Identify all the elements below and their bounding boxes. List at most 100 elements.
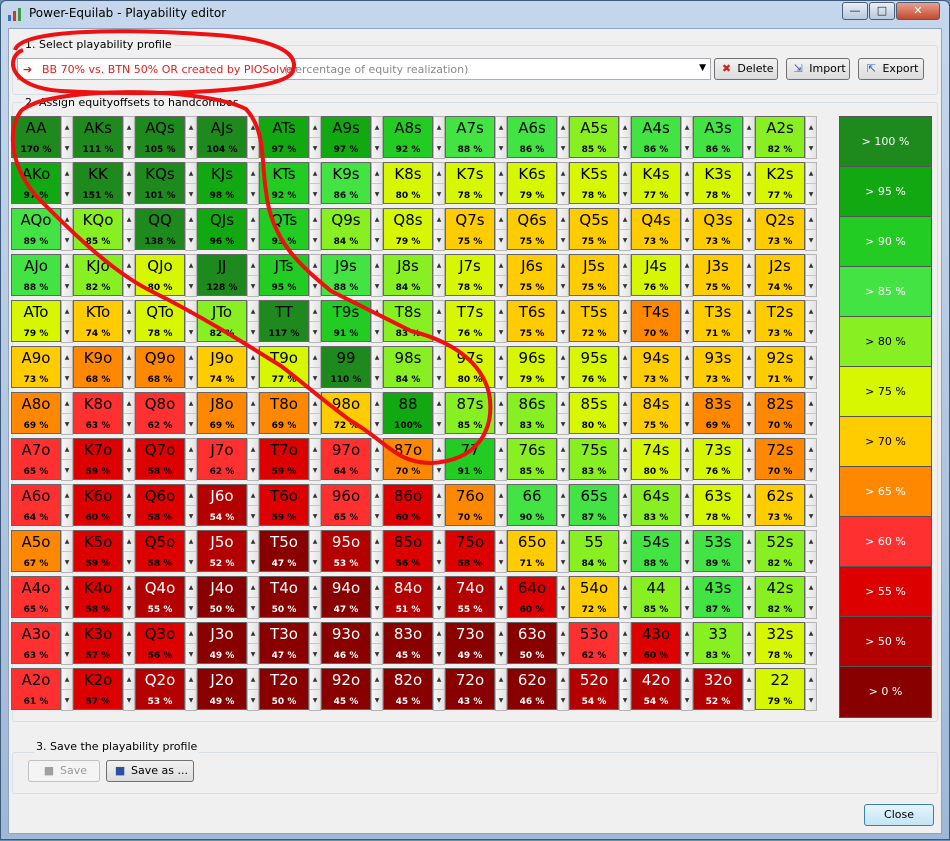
spin-up-icon[interactable]: ▲ xyxy=(186,669,196,690)
spin-up-icon[interactable]: ▲ xyxy=(248,255,258,276)
spin-down-icon[interactable]: ▼ xyxy=(310,276,320,297)
spin-up-icon[interactable]: ▲ xyxy=(62,117,72,138)
spin-control[interactable]: ▲ ▼ xyxy=(619,530,631,573)
spin-up-icon[interactable]: ▲ xyxy=(744,623,754,644)
spin-control[interactable]: ▲ ▼ xyxy=(247,576,259,619)
hand-cell-T5o[interactable]: T5o 47 % xyxy=(259,530,309,572)
spin-down-icon[interactable]: ▼ xyxy=(620,690,630,711)
spin-down-icon[interactable]: ▼ xyxy=(248,276,258,297)
spin-down-icon[interactable]: ▼ xyxy=(744,690,754,711)
spin-down-icon[interactable]: ▼ xyxy=(124,276,134,297)
spin-down-icon[interactable]: ▼ xyxy=(310,690,320,711)
spin-control[interactable]: ▲ ▼ xyxy=(681,162,693,205)
hand-cell-86s[interactable]: 86s 83 % xyxy=(507,392,557,434)
spin-down-icon[interactable]: ▼ xyxy=(434,138,444,159)
spin-control[interactable]: ▲ ▼ xyxy=(433,346,445,389)
spin-up-icon[interactable]: ▲ xyxy=(806,669,816,690)
spin-down-icon[interactable]: ▼ xyxy=(496,368,506,389)
spin-up-icon[interactable]: ▲ xyxy=(248,531,258,552)
spin-down-icon[interactable]: ▼ xyxy=(620,552,630,573)
spin-up-icon[interactable]: ▲ xyxy=(372,393,382,414)
spin-down-icon[interactable]: ▼ xyxy=(62,276,72,297)
spin-down-icon[interactable]: ▼ xyxy=(372,230,382,251)
spin-up-icon[interactable]: ▲ xyxy=(310,117,320,138)
spin-up-icon[interactable]: ▲ xyxy=(620,531,630,552)
hand-cell-53s[interactable]: 53s 89 % xyxy=(693,530,743,572)
hand-cell-53o[interactable]: 53o 62 % xyxy=(569,622,619,664)
hand-cell-72o[interactable]: 72o 43 % xyxy=(445,668,495,710)
hand-cell-Q8o[interactable]: Q8o 62 % xyxy=(135,392,185,434)
spin-up-icon[interactable]: ▲ xyxy=(372,577,382,598)
hand-cell-Q3o[interactable]: Q3o 56 % xyxy=(135,622,185,664)
spin-control[interactable]: ▲ ▼ xyxy=(681,254,693,297)
spin-up-icon[interactable]: ▲ xyxy=(620,669,630,690)
hand-cell-J7o[interactable]: J7o 62 % xyxy=(197,438,247,480)
spin-control[interactable]: ▲ ▼ xyxy=(433,576,445,619)
hand-cell-T7o[interactable]: T7o 59 % xyxy=(259,438,309,480)
spin-up-icon[interactable]: ▲ xyxy=(62,301,72,322)
spin-up-icon[interactable]: ▲ xyxy=(310,439,320,460)
spin-up-icon[interactable]: ▲ xyxy=(744,301,754,322)
hand-cell-Q5s[interactable]: Q5s 75 % xyxy=(569,208,619,250)
spin-up-icon[interactable]: ▲ xyxy=(372,623,382,644)
spin-up-icon[interactable]: ▲ xyxy=(310,623,320,644)
hand-cell-QJs[interactable]: QJs 96 % xyxy=(197,208,247,250)
spin-control[interactable]: ▲ ▼ xyxy=(495,576,507,619)
hand-cell-J8o[interactable]: J8o 69 % xyxy=(197,392,247,434)
hand-cell-42s[interactable]: 42s 82 % xyxy=(755,576,805,618)
spin-control[interactable]: ▲ ▼ xyxy=(619,484,631,527)
spin-up-icon[interactable]: ▲ xyxy=(434,209,444,230)
spin-control[interactable]: ▲ ▼ xyxy=(495,300,507,343)
hand-cell-K7s[interactable]: K7s 78 % xyxy=(445,162,495,204)
spin-control[interactable]: ▲ ▼ xyxy=(681,576,693,619)
spin-up-icon[interactable]: ▲ xyxy=(124,301,134,322)
spin-control[interactable]: ▲ ▼ xyxy=(495,346,507,389)
spin-up-icon[interactable]: ▲ xyxy=(372,531,382,552)
spin-control[interactable]: ▲ ▼ xyxy=(247,116,259,159)
hand-cell-K5s[interactable]: K5s 78 % xyxy=(569,162,619,204)
spin-down-icon[interactable]: ▼ xyxy=(310,184,320,205)
spin-control[interactable]: ▲ ▼ xyxy=(495,208,507,251)
spin-down-icon[interactable]: ▼ xyxy=(682,460,692,481)
spin-down-icon[interactable]: ▼ xyxy=(372,322,382,343)
spin-control[interactable]: ▲ ▼ xyxy=(495,392,507,435)
spin-up-icon[interactable]: ▲ xyxy=(558,163,568,184)
spin-down-icon[interactable]: ▼ xyxy=(248,368,258,389)
spin-control[interactable]: ▲ ▼ xyxy=(371,530,383,573)
spin-up-icon[interactable]: ▲ xyxy=(62,347,72,368)
spin-up-icon[interactable]: ▲ xyxy=(806,301,816,322)
hand-cell-A3s[interactable]: A3s 86 % xyxy=(693,116,743,158)
spin-down-icon[interactable]: ▼ xyxy=(744,230,754,251)
spin-up-icon[interactable]: ▲ xyxy=(806,623,816,644)
spin-up-icon[interactable]: ▲ xyxy=(558,255,568,276)
spin-up-icon[interactable]: ▲ xyxy=(186,393,196,414)
spin-control[interactable]: ▲ ▼ xyxy=(309,346,321,389)
spin-control[interactable]: ▲ ▼ xyxy=(681,622,693,665)
hand-cell-A2o[interactable]: A2o 61 % xyxy=(11,668,61,710)
spin-up-icon[interactable]: ▲ xyxy=(186,163,196,184)
spin-control[interactable]: ▲ ▼ xyxy=(557,208,569,251)
hand-cell-Q4o[interactable]: Q4o 55 % xyxy=(135,576,185,618)
spin-control[interactable]: ▲ ▼ xyxy=(123,162,135,205)
spin-control[interactable]: ▲ ▼ xyxy=(61,438,73,481)
spin-up-icon[interactable]: ▲ xyxy=(682,209,692,230)
hand-cell-97s[interactable]: 97s 80 % xyxy=(445,346,495,388)
spin-down-icon[interactable]: ▼ xyxy=(806,138,816,159)
spin-control[interactable]: ▲ ▼ xyxy=(681,530,693,573)
spin-control[interactable]: ▲ ▼ xyxy=(743,668,755,711)
title-bar[interactable]: Power-Equilab - Playability editor — □ ✕ xyxy=(1,1,949,27)
spin-control[interactable]: ▲ ▼ xyxy=(247,300,259,343)
hand-cell-75s[interactable]: 75s 83 % xyxy=(569,438,619,480)
spin-up-icon[interactable]: ▲ xyxy=(496,255,506,276)
spin-up-icon[interactable]: ▲ xyxy=(372,117,382,138)
hand-cell-52s[interactable]: 52s 82 % xyxy=(755,530,805,572)
spin-down-icon[interactable]: ▼ xyxy=(248,322,258,343)
spin-control[interactable]: ▲ ▼ xyxy=(61,668,73,711)
hand-cell-K2s[interactable]: K2s 77 % xyxy=(755,162,805,204)
spin-control[interactable]: ▲ ▼ xyxy=(247,208,259,251)
spin-down-icon[interactable]: ▼ xyxy=(186,598,196,619)
export-button[interactable]: ⇱ Export xyxy=(858,58,924,80)
spin-up-icon[interactable]: ▲ xyxy=(496,163,506,184)
hand-cell-44[interactable]: 44 85 % xyxy=(631,576,681,618)
spin-control[interactable]: ▲ ▼ xyxy=(557,438,569,481)
